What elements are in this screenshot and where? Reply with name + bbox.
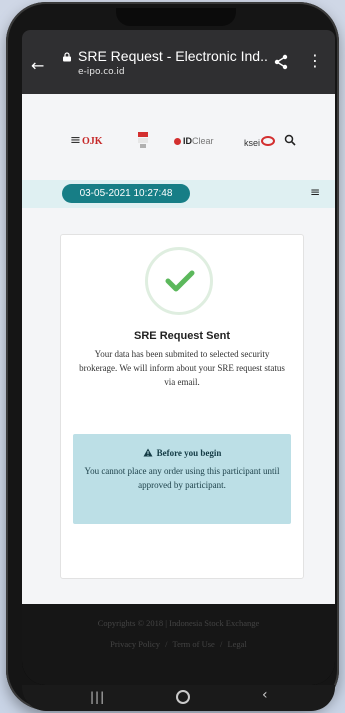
- arrow-left-icon[interactable]: ←: [31, 56, 44, 75]
- term-of-use-link[interactable]: Term of Use: [172, 639, 214, 649]
- phone-screen: ← SRE Request - Electronic Ind... e-ipo.…: [22, 30, 335, 685]
- browser-toolbar: ← SRE Request - Electronic Ind... e-ipo.…: [22, 30, 335, 94]
- link-separator: /: [165, 639, 168, 649]
- date-strip: 03-05-2021 10:27:48 ≡: [22, 180, 335, 208]
- ojk-logo: OJK: [82, 136, 103, 147]
- ksei-logo: ksei: [244, 136, 276, 148]
- page-footer: Copyrights © 2018 | Indonesia Stock Exch…: [22, 604, 335, 685]
- success-badge: [145, 247, 213, 315]
- copyright-text: Copyrights © 2018 | Indonesia Stock Exch…: [97, 618, 260, 628]
- hamburger-icon[interactable]: ≡: [310, 185, 320, 199]
- more-vert-icon[interactable]: ⋮: [307, 51, 323, 70]
- ojk-logo-text: OJK: [82, 136, 103, 147]
- notice-title: Before you begin: [73, 448, 291, 458]
- confirmation-card: SRE Request Sent Your data has been subm…: [60, 234, 304, 579]
- idclear-strong: ID: [183, 136, 192, 146]
- share-icon[interactable]: [273, 54, 289, 70]
- recent-apps-icon[interactable]: |||: [90, 690, 105, 704]
- checkmark-icon: [165, 270, 195, 292]
- system-navigation-bar: ||| ‹: [22, 685, 335, 711]
- warning-icon: [143, 448, 153, 457]
- phone-notch: [116, 8, 236, 26]
- footer-links: Privacy Policy / Term of Use / Legal: [22, 639, 335, 649]
- notice-box: Before you begin You cannot place any or…: [73, 434, 291, 524]
- back-icon[interactable]: ‹: [262, 687, 268, 703]
- notice-title-text: Before you begin: [156, 448, 222, 458]
- home-icon[interactable]: [176, 690, 190, 704]
- confirmation-title: SRE Request Sent: [134, 330, 230, 342]
- privacy-policy-link[interactable]: Privacy Policy: [110, 639, 160, 649]
- legal-link[interactable]: Legal: [227, 639, 246, 649]
- ksei-text: ksei: [244, 138, 261, 148]
- hamburger-icon[interactable]: ≡: [70, 133, 81, 148]
- idclear-light: Clear: [192, 136, 214, 146]
- notice-body: You cannot place any order using this pa…: [84, 466, 280, 490]
- ksei-ring: [261, 136, 276, 146]
- datetime-badge: 03-05-2021 10:27:48: [62, 184, 190, 203]
- lock-icon: [63, 52, 71, 62]
- idclear-logo: IDClear: [174, 136, 214, 146]
- idclear-dot: [174, 138, 181, 145]
- page-title[interactable]: SRE Request - Electronic Ind...: [78, 48, 268, 64]
- phone-frame: ← SRE Request - Electronic Ind... e-ipo.…: [6, 2, 339, 711]
- search-icon[interactable]: [284, 134, 296, 146]
- link-separator: /: [219, 639, 223, 649]
- page-url[interactable]: e-ipo.co.id: [78, 67, 125, 77]
- idx-logo: [138, 132, 148, 148]
- web-page: ≡ OJK IDClear ksei 03-05-2021 10:27:48 ≡…: [22, 94, 335, 604]
- logo-header: ≡ OJK IDClear ksei: [22, 132, 335, 158]
- confirmation-message: Your data has been submited to selected …: [79, 349, 285, 387]
